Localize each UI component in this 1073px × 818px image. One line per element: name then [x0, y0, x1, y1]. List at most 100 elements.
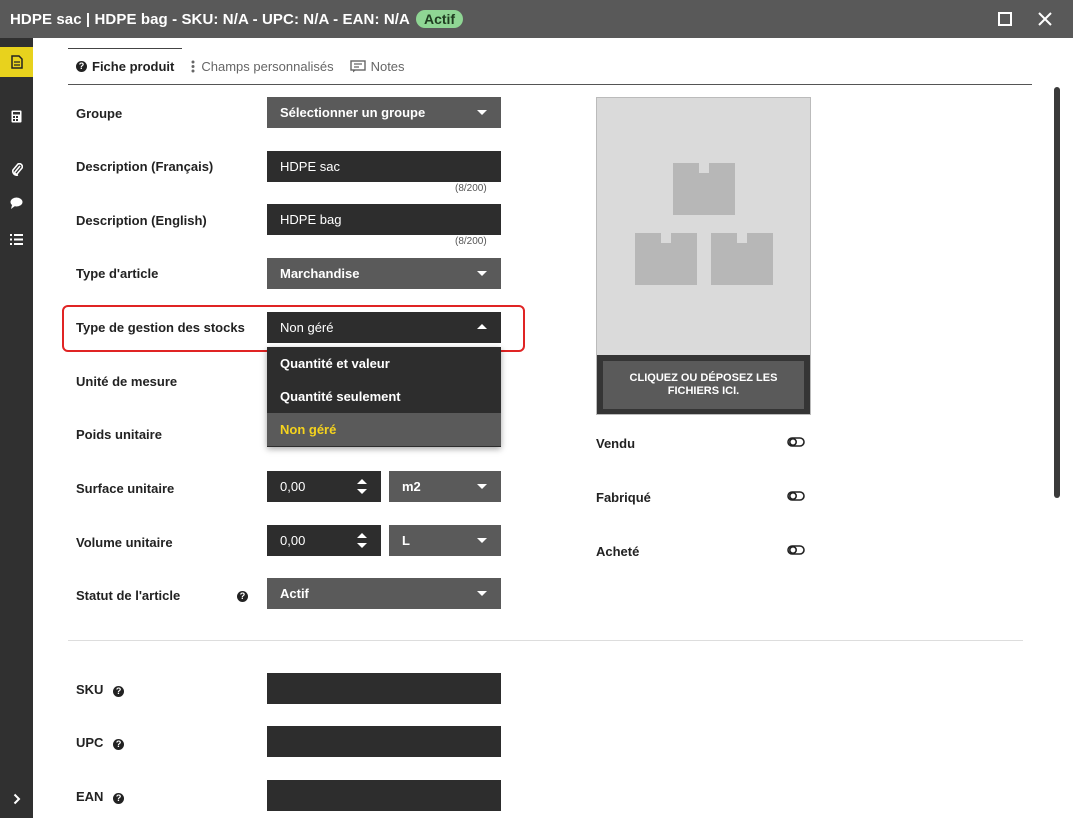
upc-label: UPC ? — [76, 735, 125, 750]
vertical-scrollbar[interactable] — [1054, 87, 1060, 498]
sidebar-item-list[interactable] — [0, 224, 33, 254]
sidebar-item-comments[interactable] — [0, 188, 33, 218]
description-en-label: Description (English) — [76, 213, 207, 228]
ean-label: EAN ? — [76, 789, 125, 804]
tab-champs-personnalises[interactable]: Champs personnalisés — [182, 48, 341, 84]
calculator-icon — [11, 110, 22, 122]
sidebar-item-document[interactable] — [0, 47, 33, 77]
description-fr-input[interactable]: HDPE sac — [267, 151, 501, 182]
surface-unitaire-input[interactable]: 0,00 — [267, 471, 381, 502]
fabrique-toggle[interactable] — [787, 491, 805, 501]
tab-label: Fiche produit — [92, 59, 175, 74]
ean-label-text: EAN — [76, 789, 104, 804]
type-article-label: Type d'article — [76, 266, 159, 281]
upc-input[interactable] — [267, 726, 501, 757]
upc-label-text: UPC — [76, 735, 104, 750]
statut-value: Actif — [280, 586, 309, 601]
window-title: HDPE sac | HDPE bag - SKU: N/A - UPC: N/… — [10, 10, 410, 28]
caret-down-icon — [477, 538, 487, 543]
sku-label: SKU ? — [76, 682, 125, 697]
spinner-icon[interactable] — [357, 479, 367, 494]
maximize-icon — [998, 12, 1012, 26]
caret-down-icon — [477, 484, 487, 489]
close-icon — [1038, 12, 1052, 26]
tab-fiche-produit[interactable]: ? Fiche produit — [68, 48, 183, 84]
caret-down-icon — [477, 591, 487, 596]
achete-label: Acheté — [596, 544, 640, 559]
chevron-right-icon — [13, 793, 20, 805]
tab-notes[interactable]: Notes — [342, 48, 413, 84]
description-en-counter: (8/200) — [455, 236, 487, 247]
help-icon[interactable]: ? — [113, 739, 125, 750]
fabrique-label: Fabriqué — [596, 490, 651, 505]
type-gestion-dropdown: Quantité et valeur Quantité seulement No… — [267, 347, 501, 447]
achete-toggle[interactable] — [787, 545, 805, 555]
sidebar-expand-button[interactable] — [0, 784, 33, 814]
surface-unitaire-value: 0,00 — [280, 479, 306, 494]
sku-input[interactable] — [267, 673, 501, 704]
help-circle-icon: ? — [76, 61, 87, 72]
sidebar-item-attachments[interactable] — [0, 154, 33, 184]
vertical-dots-icon — [190, 60, 196, 73]
paperclip-icon — [11, 162, 23, 176]
unite-mesure-label: Unité de mesure — [76, 374, 178, 389]
surface-unit-select[interactable]: m2 — [389, 471, 501, 502]
option-quantite-valeur[interactable]: Quantité et valeur — [267, 347, 501, 380]
notes-icon — [349, 59, 366, 73]
product-window: HDPE sac | HDPE bag - SKU: N/A - UPC: N/… — [0, 0, 1073, 818]
upload-bar: CLIQUEZ OU DÉPOSEZ LES FICHIERS ICI. — [597, 355, 810, 414]
tabs-divider — [68, 84, 1032, 85]
surface-unitaire-label: Surface unitaire — [76, 481, 175, 496]
spinner-icon[interactable] — [357, 533, 367, 548]
description-fr-value: HDPE sac — [280, 159, 340, 174]
groupe-value: Sélectionner un groupe — [280, 105, 426, 120]
caret-up-icon — [477, 324, 487, 329]
volume-unit-select[interactable]: L — [389, 525, 501, 556]
statut-select[interactable]: Actif — [267, 578, 501, 609]
help-icon[interactable]: ? — [113, 793, 125, 804]
image-dropzone[interactable]: CLIQUEZ OU DÉPOSEZ LES FICHIERS ICI. — [596, 97, 811, 415]
statut-label: Statut de l'article — [76, 588, 181, 603]
vendu-toggle[interactable] — [787, 437, 805, 447]
help-icon[interactable]: ? — [113, 686, 125, 697]
document-icon — [10, 55, 23, 69]
maximize-button[interactable] — [992, 6, 1018, 32]
type-gestion-value: Non géré — [280, 320, 334, 335]
option-quantite-seulement[interactable]: Quantité seulement — [267, 380, 501, 413]
caret-down-icon — [477, 110, 487, 115]
vendu-label: Vendu — [596, 436, 636, 451]
description-fr-counter: (8/200) — [455, 183, 487, 194]
section-divider — [68, 640, 1023, 641]
volume-unitaire-value: 0,00 — [280, 533, 306, 548]
description-en-value: HDPE bag — [280, 212, 342, 227]
option-non-gere[interactable]: Non géré — [267, 413, 501, 446]
volume-unitaire-input[interactable]: 0,00 — [267, 525, 381, 556]
sidebar-item-calculator[interactable] — [0, 101, 33, 131]
groupe-select[interactable]: Sélectionner un groupe — [267, 97, 501, 128]
upload-button[interactable]: CLIQUEZ OU DÉPOSEZ LES FICHIERS ICI. — [603, 361, 804, 409]
groupe-label: Groupe — [76, 106, 123, 121]
tab-label: Notes — [370, 58, 405, 74]
list-icon — [10, 233, 23, 245]
type-gestion-label: Type de gestion des stocks — [76, 320, 245, 335]
type-article-value: Marchandise — [280, 266, 360, 281]
close-button[interactable] — [1032, 6, 1058, 32]
tab-label: Champs personnalisés — [201, 58, 334, 74]
volume-unit-value: L — [402, 533, 410, 548]
volume-unitaire-label: Volume unitaire — [76, 535, 173, 550]
caret-down-icon — [477, 271, 487, 276]
poids-unitaire-label: Poids unitaire — [76, 427, 162, 442]
title-bar: HDPE sac | HDPE bag - SKU: N/A - UPC: N/… — [0, 0, 1073, 38]
description-en-input[interactable]: HDPE bag — [267, 204, 501, 235]
surface-unit-value: m2 — [402, 479, 421, 494]
description-fr-label: Description (Français) — [76, 159, 214, 174]
help-icon[interactable]: ? — [237, 591, 248, 602]
type-article-select[interactable]: Marchandise — [267, 258, 501, 289]
status-badge: Actif — [415, 10, 464, 28]
left-sidebar — [0, 38, 33, 818]
ean-input[interactable] — [267, 780, 501, 811]
comment-icon — [10, 197, 23, 209]
type-gestion-select[interactable]: Non géré — [267, 312, 501, 343]
tab-bar: ? Fiche produit Champs personnalisés Not… — [68, 48, 413, 84]
sku-label-text: SKU — [76, 682, 104, 697]
